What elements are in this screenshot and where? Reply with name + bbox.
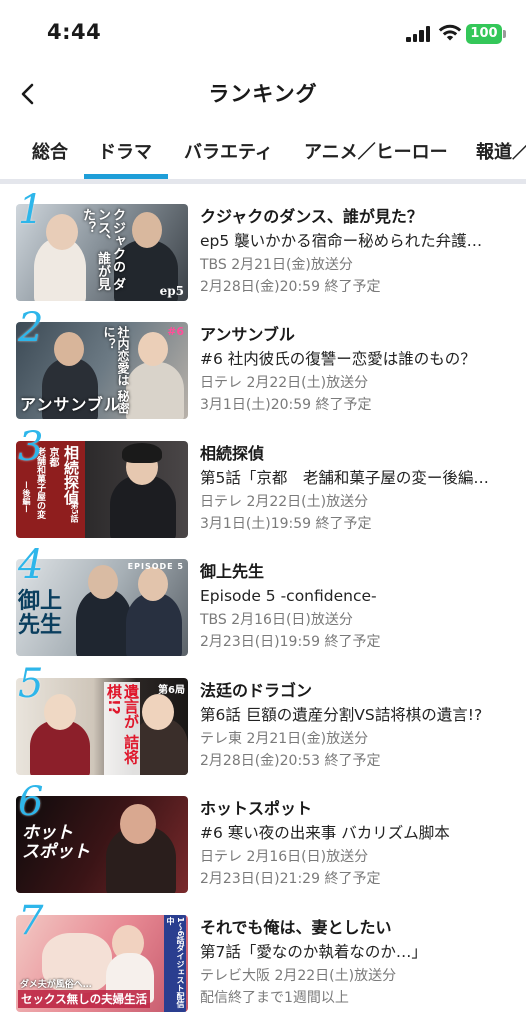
- thumb-caption: ダメ夫が風俗へ…: [20, 980, 92, 990]
- ranking-item-7[interactable]: ダメ夫が風俗へ… セックス無しの夫婦生活 1〜6話ダイジェスト配信中 7 それで…: [0, 895, 526, 1013]
- thumb-title-line: 社内恋愛は: [116, 326, 130, 386]
- item-episode: 第6話 巨額の遺産分割VS詰将棋の遺言!?: [200, 706, 483, 724]
- thumb-title-line: ー後編ー: [22, 481, 32, 513]
- item-text: ホットスポット #6 寒い夜の出来事 バカリズム脚本 日テレ 2月16日(日)放…: [200, 798, 520, 890]
- item-broadcast: 日テレ 2月16日(日)放送分: [200, 849, 369, 865]
- category-tabs: 総合 ドラマ バラエティ アニメ／ヒーロー 報道／: [0, 122, 526, 184]
- item-text: 相続探偵 第5話「京都 老舗和菓子屋の変ー後編… 日テレ 2月22日(土)放送分…: [200, 443, 520, 535]
- thumb-episode-tag: 第6局: [158, 685, 185, 696]
- item-end-date: 2月23日(日)21:29 終了予定: [200, 871, 381, 887]
- item-end-date: 2月23日(日)19:59 終了予定: [200, 634, 381, 650]
- tab-selected-indicator: [84, 174, 168, 179]
- ranking-item-1[interactable]: クジャクの ダンス、 誰が見た？ ep5 1 クジャクのダンス、誰が見た？ ep…: [0, 184, 526, 302]
- item-broadcast: テレ東 2月21日(金)放送分: [200, 731, 369, 747]
- tab-drama[interactable]: ドラマ: [98, 138, 152, 164]
- nav-header: ランキング: [0, 66, 526, 122]
- tab-variety[interactable]: バラエティ: [184, 138, 273, 164]
- thumb-title-line: 先生: [18, 612, 63, 638]
- item-end-date: 2月28日(金)20:59 終了予定: [200, 279, 381, 295]
- thumb-logo: アンサンブル: [20, 395, 121, 414]
- item-broadcast: TBS 2月21日(金)放送分: [200, 257, 353, 273]
- item-episode: 第7話「愛なのか執着なのか…」: [200, 943, 427, 961]
- item-end-date: 2月28日(金)20:53 終了予定: [200, 753, 381, 769]
- rank-number: 6: [18, 779, 44, 825]
- item-text: 法廷のドラゴン 第6話 巨額の遺産分割VS詰将棋の遺言!? テレ東 2月21日(…: [200, 680, 520, 772]
- cellular-signal-icon: [406, 26, 432, 42]
- rank-number: 4: [18, 542, 44, 588]
- status-time: 4:44: [47, 20, 102, 44]
- rank-number: 3: [18, 424, 44, 470]
- item-episode: 第5話「京都 老舗和菓子屋の変ー後編…: [200, 469, 489, 487]
- battery-icon: 100: [466, 24, 502, 44]
- thumb-title-line: スポット: [22, 842, 90, 862]
- item-episode: Episode 5 -confidence-: [200, 587, 377, 605]
- item-text: クジャクのダンス、誰が見た？ ep5 襲いかかる宿命ー秘められた弁護… TBS …: [200, 206, 520, 298]
- page-title: ランキング: [208, 82, 318, 106]
- item-episode: #6 社内彼氏の復讐ー恋愛は誰のもの？: [200, 350, 476, 368]
- item-broadcast: テレビ大阪 2月22日(土)放送分: [200, 968, 397, 984]
- thumb-episode-tag: 第5話: [70, 501, 80, 523]
- tab-anime-hero[interactable]: アニメ／ヒーロー: [304, 138, 448, 164]
- thumb-title-line: 相続探偵: [62, 445, 80, 505]
- item-end-date: 3月1日(土)19:59 終了予定: [200, 516, 372, 532]
- item-title: ホットスポット: [200, 799, 313, 818]
- thumb-title-line: クジャクの: [110, 208, 125, 273]
- ranking-list: クジャクの ダンス、 誰が見た？ ep5 1 クジャクのダンス、誰が見た？ ep…: [0, 184, 526, 1023]
- ranking-item-5[interactable]: 遺言が 詰将棋!? 第6局 5 法廷のドラゴン 第6話 巨額の遺産分割VS詰将棋…: [0, 658, 526, 776]
- item-title: 相続探偵: [200, 444, 265, 463]
- ranking-item-4[interactable]: 御上 先生 EPISODE 5 4 御上先生 Episode 5 -confid…: [0, 539, 526, 657]
- tab-overall[interactable]: 総合: [32, 138, 68, 164]
- item-episode: #6 寒い夜の出来事 バカリズム脚本: [200, 824, 450, 842]
- item-title: クジャクのダンス、誰が見た？: [200, 207, 423, 226]
- thumb-episode-tag: #6: [167, 325, 184, 338]
- ranking-item-2[interactable]: 社内恋愛は 秘密に？ アンサンブル #6 2 アンサンブル #6 社内彼氏の復讐…: [0, 302, 526, 420]
- thumb-title-line: ホット: [22, 823, 73, 843]
- item-episode: ep5 襲いかかる宿命ー秘められた弁護…: [200, 232, 483, 250]
- item-broadcast: TBS 2月16日(日)放送分: [200, 612, 353, 628]
- rank-number: 2: [18, 305, 44, 351]
- rank-number: 1: [18, 187, 44, 233]
- rank-number: 7: [18, 898, 44, 944]
- item-end-date: 配信終了まで1週間以上: [200, 990, 349, 1006]
- thumb-episode-tag: EPISODE 5: [127, 562, 184, 571]
- item-title: 御上先生: [200, 562, 265, 581]
- battery-tip: [503, 30, 506, 38]
- status-bar: 4:44 100: [0, 0, 526, 66]
- tab-news[interactable]: 報道／: [476, 138, 526, 164]
- thumb-title-line: 御上: [18, 588, 63, 614]
- thumb-episode-tag: ep5: [159, 284, 184, 298]
- thumb-title-line: 遺言が: [122, 684, 140, 729]
- thumb-title-line: 京都: [47, 447, 58, 467]
- rank-number: 5: [18, 661, 44, 707]
- item-end-date: 3月1日(土)20:59 終了予定: [200, 397, 372, 413]
- ranking-item-3[interactable]: 相続探偵 京都 老舗和菓子屋の変 ー後編ー 第5話 3 相続探偵 第5話「京都 …: [0, 421, 526, 539]
- item-text: それでも俺は、妻としたい 第7話「愛なのか執着なのか…」 テレビ大阪 2月22日…: [200, 917, 520, 1009]
- item-title: それでも俺は、妻としたい: [200, 918, 392, 937]
- item-title: 法廷のドラゴン: [200, 681, 313, 700]
- item-broadcast: 日テレ 2月22日(土)放送分: [200, 494, 369, 510]
- thumb-caption: セックス無しの夫婦生活: [18, 990, 151, 1008]
- item-title: アンサンブル: [200, 325, 295, 344]
- wifi-icon: [438, 24, 462, 41]
- item-text: 御上先生 Episode 5 -confidence- TBS 2月16日(日)…: [200, 561, 520, 653]
- item-broadcast: 日テレ 2月22日(土)放送分: [200, 375, 369, 391]
- item-text: アンサンブル #6 社内彼氏の復讐ー恋愛は誰のもの？ 日テレ 2月22日(土)放…: [200, 324, 520, 416]
- thumb-episode-tag: 1〜6話ダイジェスト配信中: [164, 915, 186, 1012]
- ranking-item-6[interactable]: ホット スポット 6 ホットスポット #6 寒い夜の出来事 バカリズム脚本 日テ…: [0, 776, 526, 894]
